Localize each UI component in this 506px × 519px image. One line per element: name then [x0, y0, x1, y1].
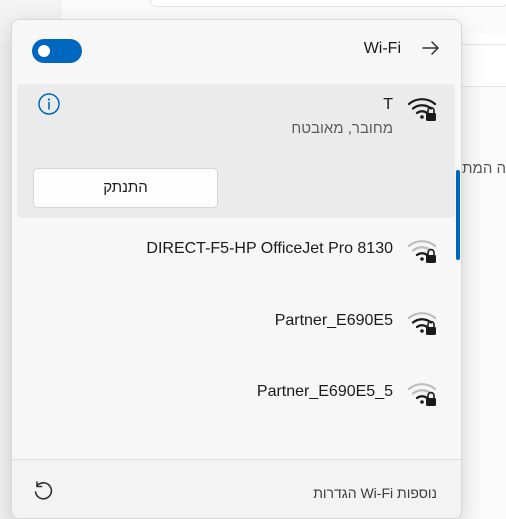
wifi-secured-icon [407, 98, 437, 121]
network-item[interactable]: DIRECT-F5-HP OfficeJet Pro 8130 [17, 230, 455, 274]
background-card [460, 34, 506, 45]
arrow-right-icon[interactable] [419, 36, 443, 60]
background-search-bar [150, 0, 506, 7]
refresh-icon[interactable] [32, 480, 54, 502]
background-card [460, 46, 506, 87]
network-list: T מחובר, מאובטח התנתק DIRECT-F5-HP Offic… [17, 84, 460, 454]
wifi-secured-icon [407, 383, 437, 406]
wifi-secured-icon [407, 312, 437, 335]
scrollbar-thumb[interactable] [456, 170, 460, 260]
network-name: Partner_E690E5_5 [256, 383, 393, 400]
toggle-knob [38, 45, 50, 57]
network-name: T [383, 96, 393, 113]
info-icon[interactable] [37, 92, 61, 116]
wifi-flyout: Wi-Fi T מחובר, מאובטח התנתק DIRECT-F5-HP… [11, 19, 462, 519]
network-name: DIRECT-F5-HP OfficeJet Pro 8130 [146, 240, 393, 257]
network-item[interactable]: Partner_E690E5_5 [17, 373, 455, 417]
flyout-title: Wi-Fi [363, 40, 401, 57]
disconnect-button[interactable]: התנתק [33, 168, 218, 208]
network-item[interactable]: Partner_E690E5 [17, 302, 455, 346]
flyout-header: Wi-Fi [12, 20, 461, 82]
wifi-toggle[interactable] [32, 39, 82, 63]
background-text: ה המתנ [462, 160, 506, 177]
flyout-footer: הגדרות Wi-Fi נוספות [12, 459, 461, 518]
network-status: מחובר, מאובטח [291, 120, 393, 137]
network-item-connected[interactable]: T מחובר, מאובטח התנתק [17, 84, 455, 218]
more-wifi-settings-link[interactable]: הגדרות Wi-Fi נוספות [313, 485, 437, 501]
wifi-secured-icon [407, 240, 437, 263]
network-name: Partner_E690E5 [274, 312, 393, 329]
